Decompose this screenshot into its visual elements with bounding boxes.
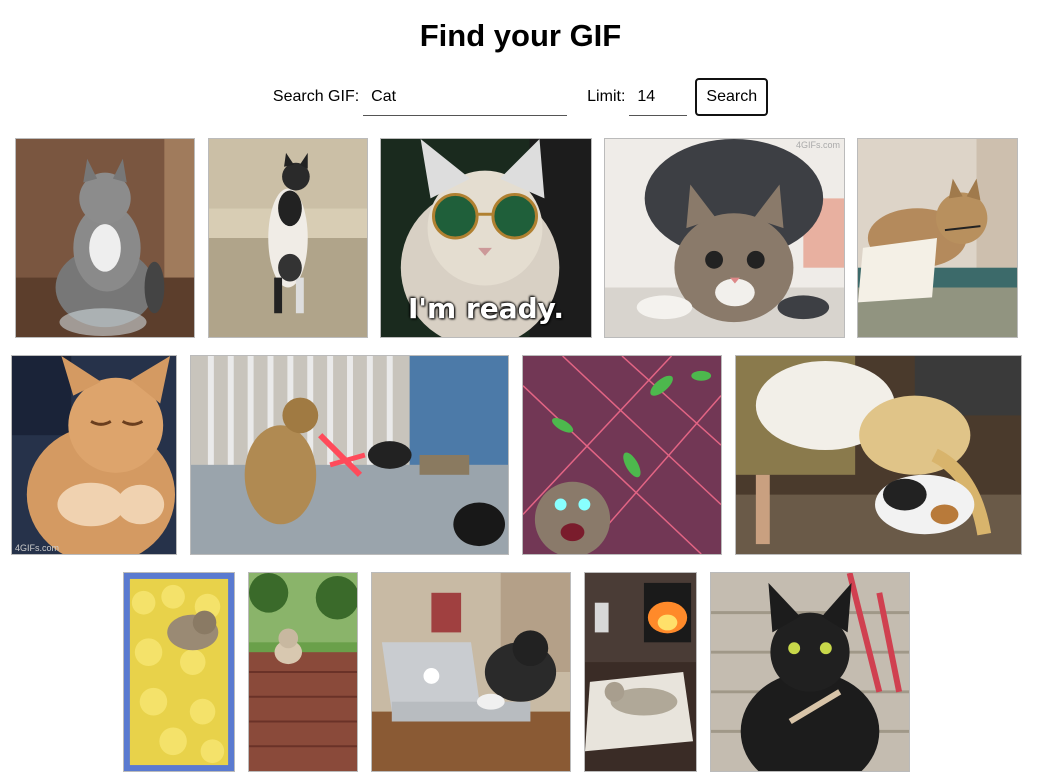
gif-image[interactable] xyxy=(248,572,358,772)
gif-image[interactable] xyxy=(857,138,1018,338)
gif-image[interactable] xyxy=(735,355,1022,555)
gif-image[interactable] xyxy=(208,138,368,338)
gif-image[interactable] xyxy=(371,572,571,772)
search-button[interactable]: Search xyxy=(695,78,769,116)
gif-watermark: 4GIFs.com xyxy=(795,140,840,150)
search-form: Search GIF: Limit: Search xyxy=(0,78,1041,116)
limit-label: Limit: xyxy=(587,88,626,105)
gif-image[interactable] xyxy=(15,138,195,338)
gif-image[interactable] xyxy=(123,572,235,772)
gif-image[interactable] xyxy=(190,355,509,555)
gif-watermark: 4GIFs.com xyxy=(15,543,60,553)
search-gif-label: Search GIF: xyxy=(272,88,360,105)
search-gif-input[interactable] xyxy=(363,78,568,116)
gif-image[interactable] xyxy=(584,572,697,772)
gif-image[interactable]: I'm ready. xyxy=(380,138,592,338)
gif-image[interactable] xyxy=(710,572,910,772)
gif-caption: I'm ready. xyxy=(408,292,564,325)
gif-image[interactable] xyxy=(522,355,722,555)
limit-input[interactable] xyxy=(629,78,688,116)
gif-image[interactable]: 4GIFs.com xyxy=(604,138,845,338)
gif-image[interactable]: 4GIFs.com xyxy=(11,355,177,555)
page-title: Find your GIF xyxy=(419,18,622,53)
